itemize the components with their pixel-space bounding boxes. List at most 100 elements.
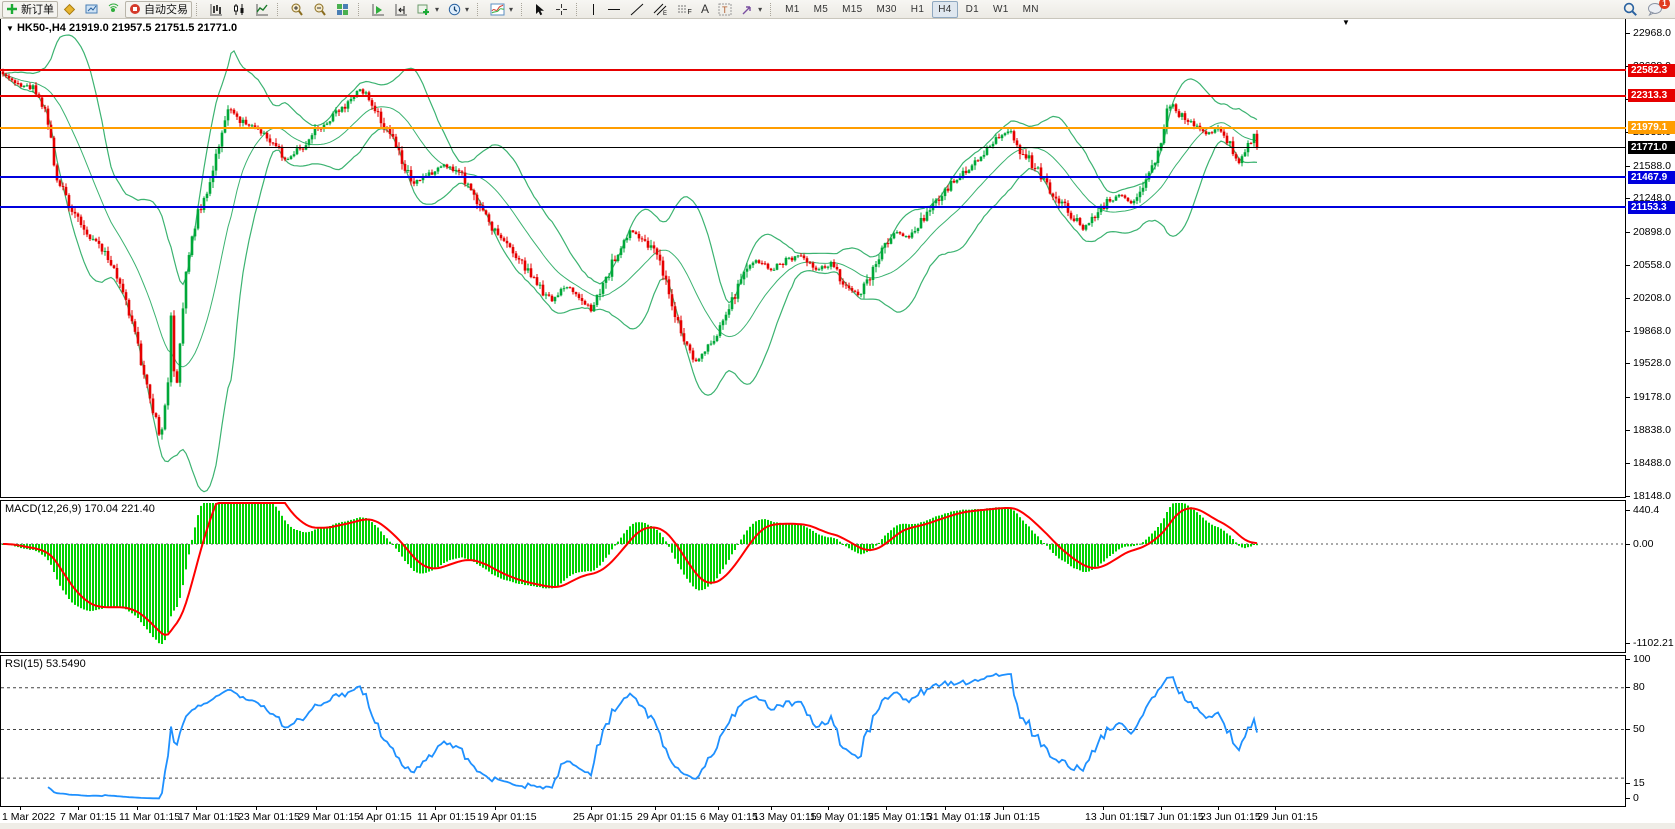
trendline-button[interactable] bbox=[626, 1, 648, 18]
macd-histogram-bar bbox=[188, 544, 190, 554]
chart-collapse-icon[interactable]: ▼ bbox=[6, 24, 14, 33]
macd-histogram-bar bbox=[692, 544, 694, 586]
macd-histogram-bar bbox=[803, 526, 805, 544]
macd-histogram-bar bbox=[785, 524, 787, 545]
macd-histogram-bar bbox=[1001, 507, 1003, 544]
macd-panel[interactable]: MACD(12,26,9) 170.04 221.40 bbox=[0, 500, 1626, 653]
rsi-panel[interactable]: RSI(15) 53.5490 bbox=[0, 655, 1626, 807]
zoom-out-button[interactable] bbox=[309, 1, 331, 18]
price-level-badge: 21467.9 bbox=[1628, 171, 1675, 184]
alerts-button[interactable] bbox=[103, 1, 124, 18]
candle-body bbox=[413, 181, 416, 183]
equidistant-channel-button[interactable]: E bbox=[649, 1, 672, 18]
candle-body bbox=[539, 285, 542, 286]
macd-histogram-bar bbox=[728, 544, 730, 560]
candle-body bbox=[1139, 192, 1142, 197]
tile-windows-button[interactable] bbox=[332, 1, 354, 18]
rsi-tick-label: 50 bbox=[1633, 723, 1645, 735]
macd-histogram-bar bbox=[275, 507, 277, 544]
time-tick-mark bbox=[591, 807, 592, 810]
timeframe-m15-button[interactable]: M15 bbox=[836, 1, 868, 18]
chat-button[interactable]: 1 bbox=[1643, 1, 1667, 18]
timeframe-m5-button[interactable]: M5 bbox=[808, 1, 835, 18]
timeframe-m1-button[interactable]: M1 bbox=[779, 1, 806, 18]
candle-body bbox=[548, 294, 551, 295]
time-tick-mark bbox=[376, 807, 377, 810]
macd-histogram-bar bbox=[1019, 517, 1021, 544]
macd-histogram-bar bbox=[707, 544, 709, 587]
market-watch-button[interactable] bbox=[81, 1, 102, 18]
chart-shift-button[interactable] bbox=[390, 1, 412, 18]
macd-histogram-bar bbox=[584, 544, 586, 572]
chart-shift-marker-icon[interactable]: ▼ bbox=[1342, 18, 1350, 27]
timeframe-w1-button[interactable]: W1 bbox=[987, 1, 1015, 18]
candle-body bbox=[401, 150, 404, 164]
price-panel[interactable]: ▼ HK50-,H4 21919.0 21957.5 21751.5 21771… bbox=[0, 18, 1626, 498]
macd-histogram-bar bbox=[395, 544, 397, 549]
vertical-line-button[interactable] bbox=[585, 1, 602, 18]
candle-body bbox=[1019, 145, 1022, 154]
rsi-chart[interactable] bbox=[1, 656, 1625, 806]
macd-histogram-bar bbox=[905, 524, 907, 544]
timeframe-h4-button[interactable]: H4 bbox=[932, 1, 957, 18]
macd-histogram-bar bbox=[1094, 544, 1096, 569]
arrows-button[interactable]: ▾ bbox=[737, 1, 766, 18]
candlestick-chart[interactable] bbox=[1, 19, 1625, 497]
macd-histogram-bar bbox=[1082, 544, 1084, 572]
timeframe-h1-button[interactable]: H1 bbox=[905, 1, 930, 18]
timeframe-m30-button[interactable]: M30 bbox=[870, 1, 902, 18]
macd-histogram-bar bbox=[1034, 534, 1036, 544]
macd-histogram-bar bbox=[461, 544, 463, 557]
macd-histogram-bar bbox=[611, 544, 613, 549]
horizontal-line-button[interactable] bbox=[603, 1, 625, 18]
candle-body bbox=[923, 218, 926, 221]
candle-body bbox=[65, 187, 68, 195]
auto-trading-button[interactable]: 自动交易 bbox=[125, 1, 192, 18]
macd-chart[interactable] bbox=[1, 501, 1625, 652]
text-button[interactable]: A bbox=[697, 1, 713, 18]
candlestick-button[interactable] bbox=[228, 1, 250, 18]
macd-histogram-bar bbox=[599, 544, 601, 566]
macd-histogram-bar bbox=[1055, 544, 1057, 556]
macd-histogram-bar bbox=[467, 544, 469, 559]
indicators-button[interactable]: ▾ bbox=[486, 1, 517, 18]
text-label-button[interactable]: T bbox=[714, 1, 736, 18]
search-button[interactable] bbox=[1619, 1, 1642, 18]
candle-body bbox=[461, 171, 464, 172]
cursor-button[interactable] bbox=[530, 1, 550, 18]
auto-scroll-button[interactable] bbox=[367, 1, 389, 18]
new-chart-button[interactable]: ▾ bbox=[413, 1, 443, 18]
timeframe-mn-button[interactable]: MN bbox=[1017, 1, 1045, 18]
macd-histogram-bar bbox=[116, 544, 118, 607]
fibonacci-button[interactable]: F bbox=[673, 1, 696, 18]
candle-body bbox=[572, 288, 575, 292]
line-chart-button[interactable] bbox=[251, 1, 273, 18]
time-tick-mark bbox=[256, 807, 257, 810]
new-order-button[interactable]: 新订单 bbox=[2, 1, 58, 18]
bar-chart-button[interactable] bbox=[205, 1, 227, 18]
timeframe-d1-button[interactable]: D1 bbox=[960, 1, 985, 18]
candle-body bbox=[1142, 188, 1145, 192]
candle-body bbox=[1058, 199, 1061, 204]
candle-body bbox=[272, 143, 275, 144]
crosshair-button[interactable] bbox=[551, 1, 572, 18]
macd-histogram-bar bbox=[446, 544, 448, 562]
price-level-line bbox=[0, 95, 1626, 97]
time-tick-mark bbox=[1161, 807, 1162, 810]
candle-body bbox=[770, 269, 773, 271]
macd-histogram-bar bbox=[1226, 533, 1228, 544]
macd-histogram-bar bbox=[776, 522, 778, 544]
profiles-button[interactable] bbox=[59, 1, 80, 18]
candle-body bbox=[557, 295, 560, 297]
macd-histogram-bar bbox=[464, 544, 466, 559]
zoom-in-button[interactable] bbox=[286, 1, 308, 18]
candle-body bbox=[380, 112, 383, 124]
periods-button[interactable]: ▾ bbox=[444, 1, 473, 18]
macd-histogram-bar bbox=[425, 544, 427, 573]
candle-body bbox=[407, 170, 410, 171]
candle-body bbox=[140, 344, 143, 365]
macd-histogram-bar bbox=[242, 503, 244, 544]
candle-body bbox=[983, 155, 986, 157]
candle-body bbox=[839, 269, 842, 281]
macd-histogram-bar bbox=[167, 544, 169, 633]
